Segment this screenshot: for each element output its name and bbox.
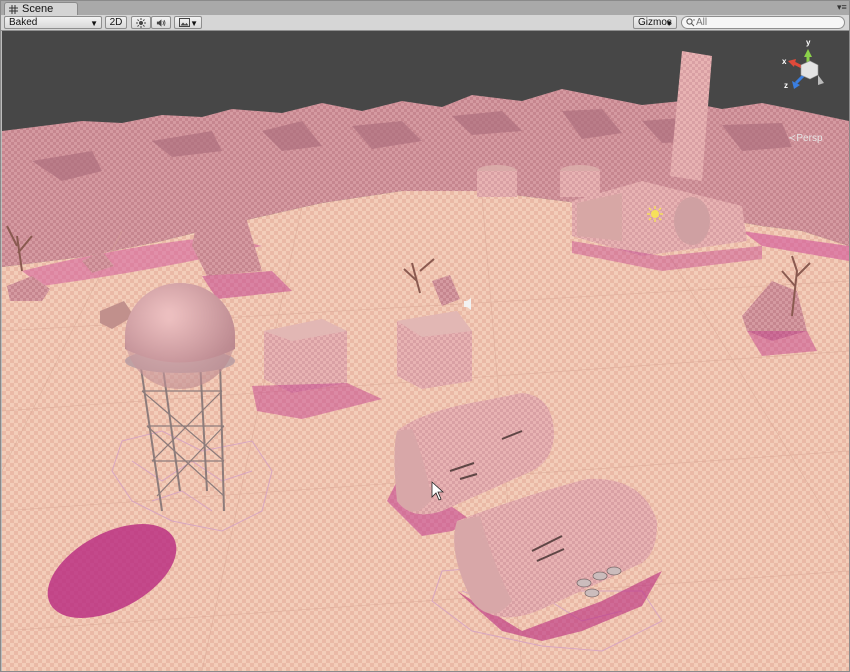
gizmos-dropdown[interactable]: Gizmos ▼	[633, 16, 677, 29]
tab-scene-label: Scene	[22, 3, 54, 15]
speaker-icon	[156, 18, 166, 27]
image-icon	[179, 18, 190, 27]
hierarchy-search[interactable]	[681, 16, 845, 29]
scene-grid-icon	[9, 4, 18, 14]
gizmo-axis-y: y	[806, 38, 811, 47]
gizmo-axis-z: z	[784, 81, 788, 90]
scene-viewport[interactable]: y x z ≺Persp	[2, 31, 849, 671]
draw-mode-dropdown[interactable]: Baked ▼	[4, 16, 102, 29]
draw-mode-value: Baked	[9, 17, 38, 28]
tab-bar: Scene ▾≡	[1, 1, 849, 16]
chevron-down-icon: ▼	[90, 19, 98, 28]
scene-toolbar: Baked ▼ 2D ▼ Gizmos ▼	[1, 15, 849, 31]
sun-icon	[136, 17, 146, 28]
scene-window: Scene ▾≡ Baked ▼ 2D ▼ Gizmos ▼ All y x z…	[0, 0, 850, 672]
projection-label: Persp	[796, 133, 823, 144]
2d-toggle-label: 2D	[109, 17, 123, 28]
window-menu-icon[interactable]: ▾≡	[837, 3, 847, 12]
tab-scene[interactable]: Scene	[4, 2, 78, 15]
search-icon	[686, 18, 695, 27]
scene-effects-dropdown[interactable]: ▼	[174, 16, 202, 29]
2d-toggle-button[interactable]: 2D	[105, 16, 127, 29]
projection-toggle[interactable]: ≺Persp	[788, 133, 823, 144]
scene-lighting-button[interactable]	[131, 16, 151, 29]
chevron-down-icon: ▼	[665, 19, 673, 28]
gizmo-axis-x: x	[782, 57, 787, 66]
directional-light-icon[interactable]	[647, 206, 663, 222]
search-input[interactable]	[696, 17, 836, 28]
chevron-down-icon: ▼	[190, 19, 198, 28]
scene-audio-button[interactable]	[151, 16, 171, 29]
